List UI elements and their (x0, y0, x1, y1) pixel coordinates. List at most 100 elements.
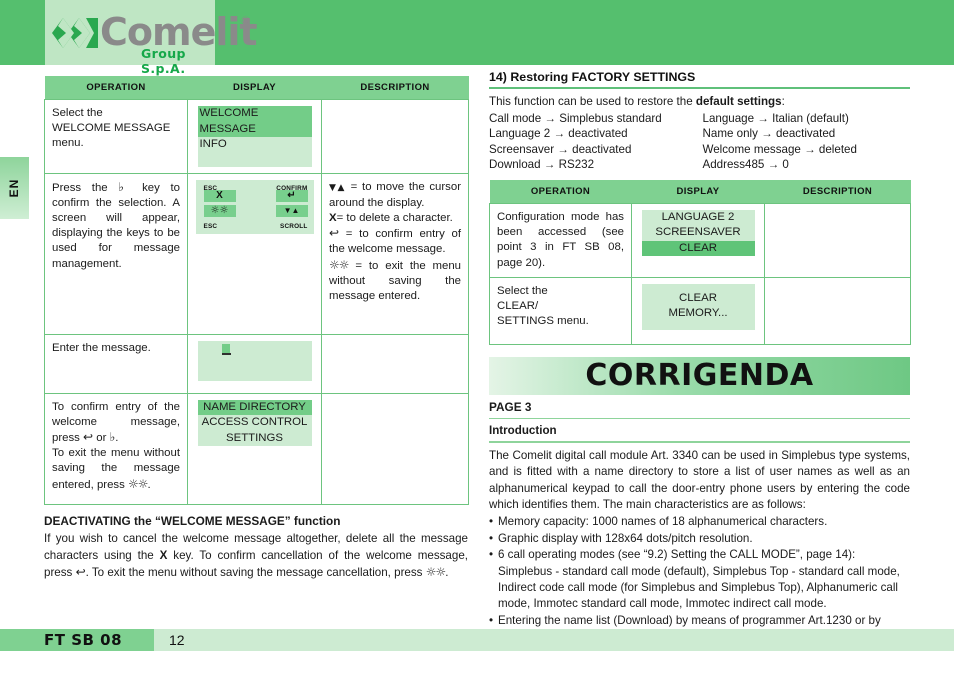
footer-page-number: 12 (169, 632, 185, 648)
lcd-row: INFO (199, 138, 227, 150)
language-tab-en: EN (0, 157, 29, 219)
table-row: To confirm entry of the welcome message,… (44, 392, 469, 505)
default-item: Language → Italian (default) (702, 111, 849, 125)
language-tab-label: EN (7, 178, 21, 198)
comelit-diamond-icon (52, 18, 98, 48)
footer-doc-block: FT SB 08 (0, 629, 154, 651)
left-column: OPERATION DISPLAY DESCRIPTION Select the… (44, 76, 469, 581)
display-cell: WELCOME MESSAGE INFO (187, 99, 322, 174)
factory-settings-heading: 14) Restoring FACTORY SETTINGS (489, 70, 696, 84)
table-row: Select the WELCOME MESSAGE menu. WELCOME M… (44, 99, 469, 174)
operation-cell: Enter the message. (44, 333, 188, 394)
list-item: Graphic display with 128x64 dots/pitch r… (489, 531, 910, 548)
page-header: Comelit ® Group S.p.A. (0, 0, 954, 76)
page-label: PAGE 3 (489, 399, 532, 414)
description-cell (321, 99, 469, 174)
page-label-rule (489, 417, 910, 420)
lcd-row: SETTINGS (226, 431, 283, 444)
default-item: Name only → deactivated (702, 127, 836, 141)
table-row: Press the ♭ key to confirm the selection… (44, 172, 469, 335)
description-cell (764, 276, 911, 345)
table-header-row: OPERATION DISPLAY DESCRIPTION (44, 76, 469, 100)
key-label-esc-bottom: ESC (203, 222, 218, 230)
operation-cell: Select the CLEAR/SETTINGS menu. (489, 276, 632, 345)
introduction-heading: Introduction (489, 424, 557, 438)
operation-cell: Configuration mode has been accessed (se… (489, 202, 632, 278)
list-item: Memory capacity: 1000 names of 18 alphan… (489, 514, 910, 531)
lcd-row: MEMORY... (668, 307, 728, 320)
display-cell (187, 333, 322, 394)
cursor-underline (221, 352, 231, 355)
col-description: DESCRIPTION (764, 179, 911, 204)
default-item: Welcome message → deleted (702, 142, 857, 156)
list-item: 6 call operating modes (see “9.2) Settin… (489, 547, 910, 564)
key-book-button[interactable]: ☼☼ (203, 204, 236, 217)
comelit-logo: Comelit ® Group S.p.A. (52, 12, 258, 76)
lcd-highlight-row: WELCOME MESSAGE (197, 106, 312, 137)
key-legend-diagram: ESC CONFIRM X ↵ ☼☼ ▼▲ ESC SCROLL (195, 179, 314, 234)
table-header-row: OPERATION DISPLAY DESCRIPTION (489, 179, 911, 204)
factory-settings-intro: This function can be used to restore the… (489, 94, 910, 110)
description-cell (764, 202, 911, 278)
display-cell: CLEAR MEMORY... (631, 276, 765, 345)
lcd-row: SCREENSAVER (655, 226, 741, 239)
introduction-paragraph: The Comelit digital call module Art. 334… (489, 448, 910, 511)
lcd-screen: WELCOME MESSAGE INFO (197, 106, 312, 167)
intro-bold: default settings (695, 95, 782, 108)
corrigenda-banner: CORRIGENDA (489, 356, 910, 395)
default-item: Call mode → Simplebus standard (489, 111, 662, 125)
bell-icon: ♭ (109, 429, 116, 444)
right-column: 14) Restoring FACTORY SETTINGS This func… (489, 70, 911, 646)
col-operation: OPERATION (44, 76, 188, 100)
page-footer: FT SB 08 12 (0, 629, 954, 651)
book-icon: ☼☼ (127, 476, 148, 491)
enter-arrow-icon: ↩ (75, 564, 86, 579)
key-x-button[interactable]: X (203, 189, 236, 202)
lcd-row: CLEAR (679, 291, 717, 304)
col-description: DESCRIPTION (321, 76, 469, 100)
introduction-rule (489, 441, 910, 443)
defaults-right-col: Language → Italian (default) Name only →… (697, 111, 911, 173)
lcd-blank-row (198, 153, 312, 167)
key-scroll-button[interactable]: ▼▲ (275, 204, 308, 217)
lcd-screen: LANGUAGE 2 SCREENSAVER CLEAR (641, 209, 755, 257)
col-display: DISPLAY (187, 76, 322, 100)
description-cell (321, 392, 469, 505)
registered-mark: ® (240, 14, 251, 27)
book-icon: ☼☼ (329, 257, 349, 272)
lcd-row: LANGUAGE 2 (661, 210, 735, 223)
table-row: Configuration mode has been accessed (se… (489, 202, 911, 278)
welcome-message-table: OPERATION DISPLAY DESCRIPTION Select the… (44, 76, 469, 505)
comelit-subtitle: Group S.p.A. (141, 46, 186, 76)
display-cell: ESC CONFIRM X ↵ ☼☼ ▼▲ ESC SCROLL (187, 172, 322, 335)
list-item-continuation: Simplebus - standard call mode (default)… (498, 564, 900, 611)
enter-arrow-icon: ↩ (83, 429, 94, 444)
x-key-label: X (329, 211, 337, 224)
intro-suffix: : (781, 95, 785, 108)
col-display: DISPLAY (631, 179, 765, 204)
operation-cell: To confirm entry of the welcome message,… (44, 392, 188, 505)
display-cell: LANGUAGE 2 SCREENSAVER CLEAR (631, 202, 765, 278)
table-row: Select the CLEAR/SETTINGS menu. CLEAR MEM… (489, 276, 911, 345)
description-cell (321, 333, 469, 394)
default-item: Download → RS232 (489, 158, 595, 172)
lcd-screen: NAME DIRECTORY ACCESS CONTROL SETTINGS (197, 399, 312, 446)
default-item: Language 2 → deactivated (489, 127, 628, 141)
footer-doc-code: FT SB 08 (44, 631, 123, 649)
display-cell: NAME DIRECTORY ACCESS CONTROL SETTINGS (187, 392, 322, 505)
defaults-grid: Call mode → Simplebus standard Language … (489, 111, 910, 173)
factory-settings-table: OPERATION DISPLAY DESCRIPTION Configurat… (489, 179, 911, 345)
operation-cell: Press the ♭ key to confirm the selection… (44, 172, 188, 335)
intro-prefix: This function can be used to restore the (489, 95, 696, 108)
deactivating-body: If you wish to cancel the welcome messag… (44, 531, 468, 579)
lcd-screen: CLEAR MEMORY... (641, 283, 755, 330)
lcd-row: ACCESS CONTROL (201, 416, 308, 428)
key-enter-button[interactable]: ↵ (275, 189, 308, 202)
lcd-screen-empty (197, 340, 312, 381)
default-item: Address485 → 0 (702, 158, 789, 172)
col-operation: OPERATION (489, 179, 632, 204)
features-list: Memory capacity: 1000 names of 18 alphan… (489, 514, 910, 645)
key-label-scroll: SCROLL (280, 222, 308, 230)
default-item: Screensaver → deactivated (489, 142, 632, 156)
footer-page-block: 12 (154, 629, 954, 651)
